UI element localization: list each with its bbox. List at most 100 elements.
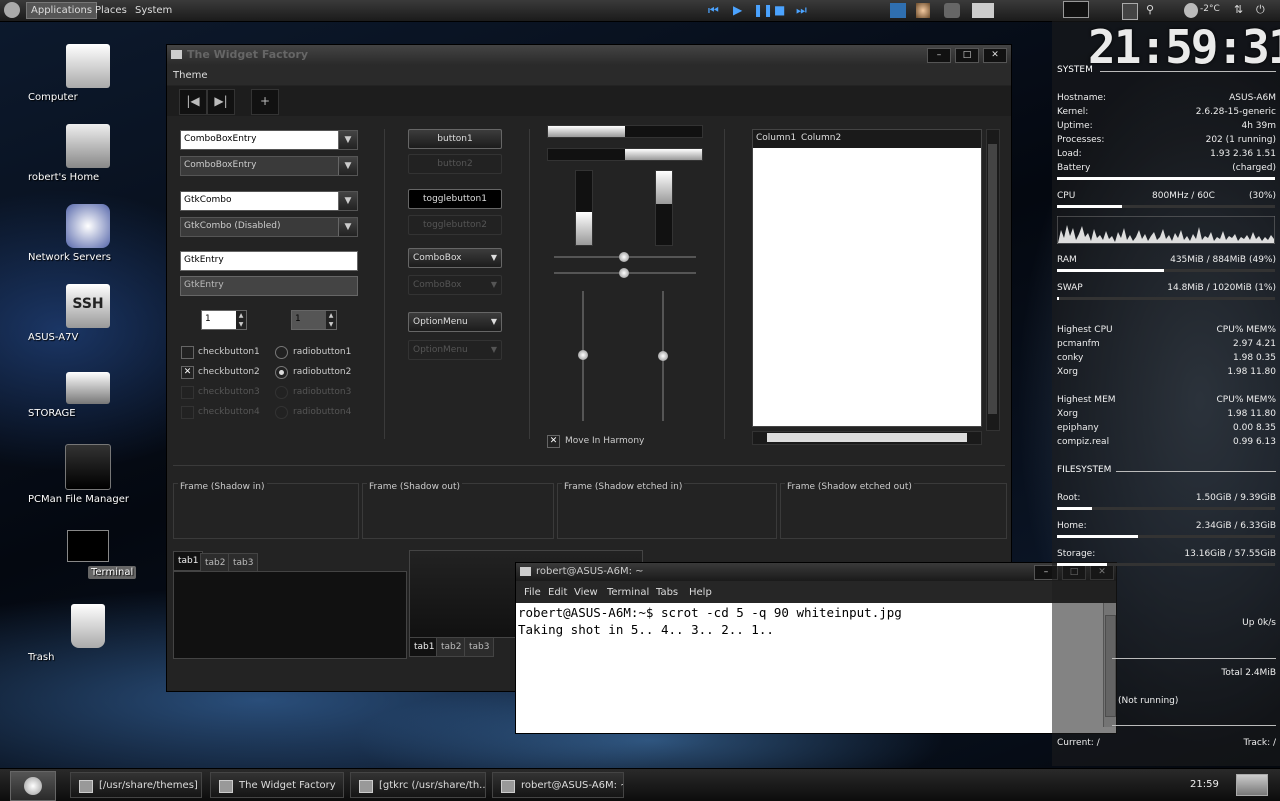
menu-system[interactable]: System	[131, 3, 176, 18]
tree-view[interactable]: Column1 Column2	[752, 129, 982, 427]
show-desktop-icon[interactable]	[1063, 1, 1089, 18]
window-icon	[171, 50, 182, 59]
scrollbar-thumb[interactable]	[767, 433, 967, 442]
settings-icon[interactable]	[944, 3, 960, 18]
tab-2[interactable]: tab2	[436, 637, 467, 657]
desktop-icon-trash[interactable]: Trash	[28, 604, 148, 663]
desktop-icon-terminal[interactable]: Terminal	[28, 530, 148, 579]
slider-knob[interactable]	[578, 350, 588, 360]
minimize-icon[interactable]: –	[927, 48, 951, 63]
chevron-down-icon[interactable]: ▼	[491, 249, 497, 267]
first-icon[interactable]: |◀	[179, 89, 207, 115]
music-status: (Not running)	[1118, 696, 1179, 706]
stop-icon[interactable]: ■	[774, 4, 785, 17]
title-bar[interactable]: The Widget Factory – □ ✕	[167, 45, 1011, 65]
terminal-title-bar[interactable]: robert@ASUS-A6M: ~ – □ ✕	[516, 563, 1116, 581]
add-icon[interactable]: +	[251, 89, 279, 115]
menu-theme[interactable]: Theme	[173, 70, 208, 81]
radio-2[interactable]	[275, 366, 288, 379]
maximize-icon[interactable]: □	[955, 48, 979, 63]
next-track-icon[interactable]: ⏭	[796, 4, 807, 17]
trash-applet-icon[interactable]	[1236, 774, 1268, 796]
tab-1[interactable]: tab1	[409, 637, 440, 657]
task-themes-folder[interactable]: [/usr/share/themes]	[70, 772, 202, 798]
tab-2[interactable]: tab2	[200, 553, 231, 573]
move-in-harmony-checkbox[interactable]: ✕	[547, 435, 560, 448]
task-gtkrc[interactable]: [gtkrc (/usr/share/th...	[350, 772, 486, 798]
radio-label: radiobutton4	[293, 407, 352, 417]
slider-knob[interactable]	[619, 268, 629, 278]
task-widget-factory[interactable]: The Widget Factory	[210, 772, 344, 798]
last-icon[interactable]: ▶|	[207, 89, 235, 115]
tab-3[interactable]: tab3	[464, 637, 495, 657]
task-terminal[interactable]: robert@ASUS-A6M: ~	[492, 772, 624, 798]
window-list-icon[interactable]	[1122, 3, 1138, 20]
terminal-icon	[501, 780, 515, 793]
terminal-output[interactable]: robert@ASUS-A6M:~$ scrot -cd 5 -q 90 whi…	[516, 603, 1102, 727]
column-header-1[interactable]: Column1	[756, 133, 796, 143]
combobox-entry-2[interactable]: ComboBoxEntry ▼	[180, 156, 358, 176]
spin-button-1[interactable]: 1 ▲ ▼	[201, 310, 247, 330]
chevron-down-icon[interactable]: ▼	[338, 131, 357, 149]
terminal-icon	[67, 530, 109, 562]
search-icon[interactable]: ⚲	[1146, 3, 1158, 18]
main-menu-button[interactable]	[10, 771, 56, 801]
tab-1[interactable]: tab1	[173, 551, 204, 571]
close-icon[interactable]: ✕	[983, 48, 1007, 63]
vertical-scrollbar[interactable]	[986, 129, 1000, 431]
radio-1[interactable]	[275, 346, 288, 359]
desktop-icon-label: Trash	[28, 652, 55, 663]
checkbox-3	[181, 386, 194, 399]
slider-knob[interactable]	[619, 252, 629, 262]
menu-terminal[interactable]: Terminal	[607, 587, 649, 598]
desktop-icon-ssh[interactable]: SSH ASUS-A7V	[28, 284, 148, 343]
desktop-icon-storage[interactable]: STORAGE	[28, 364, 148, 419]
network-icon[interactable]: ⇅	[1234, 3, 1246, 18]
menu-help[interactable]: Help	[689, 587, 712, 598]
chevron-down-icon[interactable]: ▼	[491, 313, 497, 331]
previous-track-icon[interactable]: ⏮	[708, 4, 719, 17]
desktop-icon-pcman[interactable]: PCMan File Manager	[28, 444, 148, 505]
desktop-icon-computer[interactable]: Computer	[28, 44, 148, 103]
cpu-bar	[1057, 205, 1275, 208]
button-1[interactable]: button1	[408, 129, 502, 149]
horizontal-scrollbar[interactable]	[752, 431, 982, 445]
workspace-icon[interactable]	[890, 3, 906, 18]
desktop-icon-home[interactable]: robert's Home	[28, 124, 148, 183]
gtkcombo-1[interactable]: GtkCombo ▼	[180, 191, 358, 211]
slider-knob[interactable]	[658, 351, 668, 361]
menu-tabs[interactable]: Tabs	[656, 587, 678, 598]
progress-fill	[548, 126, 625, 137]
play-icon[interactable]: ▶	[733, 4, 742, 17]
menu-edit[interactable]: Edit	[548, 587, 567, 598]
gtk-entry-1[interactable]: GtkEntry	[180, 251, 358, 271]
gnome-foot-icon[interactable]	[4, 2, 20, 18]
menu-file[interactable]: File	[524, 587, 541, 598]
panel-clock[interactable]: 21:59	[1190, 779, 1219, 790]
desktop-icon-label: ASUS-A7V	[28, 332, 79, 343]
current-track: Current: /	[1057, 738, 1100, 748]
optionmenu-1[interactable]: OptionMenu ▼	[408, 312, 502, 332]
chevron-down-icon[interactable]: ▼	[338, 192, 357, 210]
power-icon[interactable]: ⏻	[1256, 3, 1268, 18]
spin-arrows-icon[interactable]: ▲ ▼	[236, 311, 246, 329]
combobox-1[interactable]: ComboBox ▼	[408, 248, 502, 268]
tab-3[interactable]: tab3	[228, 553, 259, 573]
combobox-entry-1[interactable]: ComboBoxEntry ▼	[180, 130, 358, 150]
desktop-icon-network-servers[interactable]: Network Servers	[28, 204, 148, 263]
togglebutton-1[interactable]: togglebutton1	[408, 189, 502, 209]
chevron-down-icon[interactable]: ▼	[338, 157, 357, 175]
scrollbar-thumb[interactable]	[988, 144, 997, 414]
battery-bar	[1057, 177, 1275, 180]
pause-icon[interactable]: ❚❚	[753, 4, 773, 17]
column-header-2[interactable]: Column2	[801, 133, 841, 143]
root-label: Root:	[1057, 493, 1081, 503]
checkbox-2[interactable]: ✕	[181, 366, 194, 379]
menu-applications[interactable]: Applications	[26, 2, 98, 19]
checkbox-1[interactable]	[181, 346, 194, 359]
hostname-label: Hostname:	[1057, 93, 1107, 103]
user-icon[interactable]	[916, 3, 930, 18]
terminal-line: Taking shot in 5.. 4.. 3.. 2.. 1..	[518, 622, 774, 637]
menu-places[interactable]: Places	[91, 3, 131, 18]
menu-view[interactable]: View	[574, 587, 598, 598]
